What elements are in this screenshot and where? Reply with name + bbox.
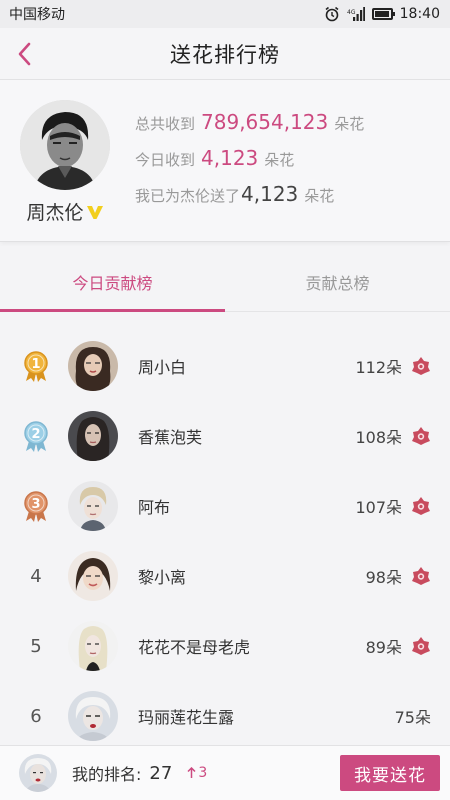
total-received-label: 总共收到 (135, 115, 196, 133)
my-sent-value: 4,123 (241, 182, 299, 206)
ranking-row[interactable]: 1 周小白 112朵 (0, 331, 450, 401)
my-avatar[interactable] (19, 754, 57, 792)
tab-total-ranking[interactable]: 贡献总榜 (225, 252, 450, 311)
user-avatar[interactable] (68, 411, 118, 461)
ranking-row[interactable]: 4 黎小离 98朵 (0, 541, 450, 611)
ranking-row[interactable]: 2 香蕉泡芙 108朵 (0, 401, 450, 471)
user-avatar[interactable] (68, 691, 118, 741)
flower-icon[interactable] (411, 636, 431, 656)
ranking-row[interactable]: 5 花花不是母老虎 89朵 (0, 611, 450, 681)
today-received-line: 今日收到 4,123 朵花 (135, 146, 364, 182)
today-received-value: 4,123 (201, 146, 259, 170)
silver-medal-icon: 2 (20, 418, 52, 454)
page-title: 送花排行榜 (170, 42, 280, 67)
flower-icon[interactable] (411, 426, 431, 446)
chevron-left-icon (18, 42, 31, 66)
total-received-line: 总共收到 789,654,123 朵花 (135, 110, 364, 146)
status-bar: 中国移动 4G 18:40 (0, 0, 450, 28)
ranking-tabs: 今日贡献榜 贡献总榜 (0, 252, 450, 312)
my-sent-label: 我已为杰伦送了 (135, 187, 241, 205)
flower-count: 107朵 (355, 498, 402, 517)
clock-time: 18:40 (399, 6, 440, 22)
tab-today-ranking[interactable]: 今日贡献榜 (0, 252, 225, 312)
flower-icon[interactable] (411, 566, 431, 586)
svg-text:2: 2 (31, 427, 40, 442)
user-name: 阿布 (138, 498, 171, 517)
back-button[interactable] (8, 38, 40, 70)
user-avatar[interactable] (68, 481, 118, 531)
star-name: 周杰伦 (26, 202, 84, 224)
rank-change-value: 3 (198, 765, 208, 781)
gold-medal-icon: 1 (20, 348, 52, 384)
total-received-unit: 朵花 (334, 115, 365, 133)
rank-number: 4 (30, 565, 42, 587)
flower-icon[interactable] (411, 496, 431, 516)
user-name: 花花不是母老虎 (138, 638, 251, 657)
rank-number: 6 (30, 705, 42, 727)
today-received-unit: 朵花 (264, 151, 295, 169)
flower-count: 89朵 (365, 638, 402, 657)
alarm-icon (324, 6, 340, 22)
svg-text:4G: 4G (347, 9, 356, 16)
flower-count: 112朵 (355, 358, 402, 377)
my-sent-unit: 朵花 (304, 187, 335, 205)
verified-v-icon (86, 204, 104, 220)
user-name: 黎小离 (138, 568, 187, 587)
user-name: 玛丽莲花生露 (138, 708, 235, 727)
user-avatar[interactable] (68, 621, 118, 671)
bottom-bar: 我的排名: 27 3 我要送花 (0, 745, 450, 800)
user-name: 周小白 (138, 358, 187, 377)
svg-text:3: 3 (31, 497, 40, 512)
rank-number: 5 (30, 635, 42, 657)
arrow-up-icon (187, 767, 196, 778)
svg-text:1: 1 (31, 357, 40, 372)
user-avatar[interactable] (68, 551, 118, 601)
flower-count: 75朵 (394, 708, 431, 727)
signal-icon: 4G (347, 7, 365, 21)
star-avatar[interactable] (20, 100, 110, 190)
flower-stats: 总共收到 789,654,123 朵花 今日收到 4,123 朵花 我已为杰伦送… (135, 100, 364, 218)
my-rank-value: 27 (149, 762, 173, 784)
ranking-list: 1 周小白 112朵 2 香蕉泡芙 108朵 3 阿布 107朵 4 黎小离 9… (0, 312, 450, 751)
flower-count: 108朵 (355, 428, 402, 447)
send-flower-button[interactable]: 我要送花 (340, 755, 440, 791)
ranking-row[interactable]: 6 玛丽莲花生露 75朵 (0, 681, 450, 751)
nav-bar: 送花排行榜 (0, 28, 450, 80)
bronze-medal-icon: 3 (20, 488, 52, 524)
user-avatar[interactable] (68, 341, 118, 391)
total-received-value: 789,654,123 (201, 110, 329, 134)
status-icons: 4G 18:40 (324, 6, 440, 22)
my-rank-label: 我的排名: (72, 765, 142, 784)
today-received-label: 今日收到 (135, 151, 196, 169)
rank-change: 3 (187, 765, 207, 781)
flower-count: 98朵 (365, 568, 402, 587)
carrier-label: 中国移动 (9, 7, 65, 23)
user-name: 香蕉泡芙 (138, 428, 203, 447)
battery-icon (371, 8, 395, 20)
star-profile-card: 周杰伦 总共收到 789,654,123 朵花 今日收到 4,123 朵花 我已… (0, 80, 450, 242)
my-sent-line: 我已为杰伦送了 4,123 朵花 (135, 182, 364, 218)
ranking-row[interactable]: 3 阿布 107朵 (0, 471, 450, 541)
flower-icon[interactable] (411, 356, 431, 376)
